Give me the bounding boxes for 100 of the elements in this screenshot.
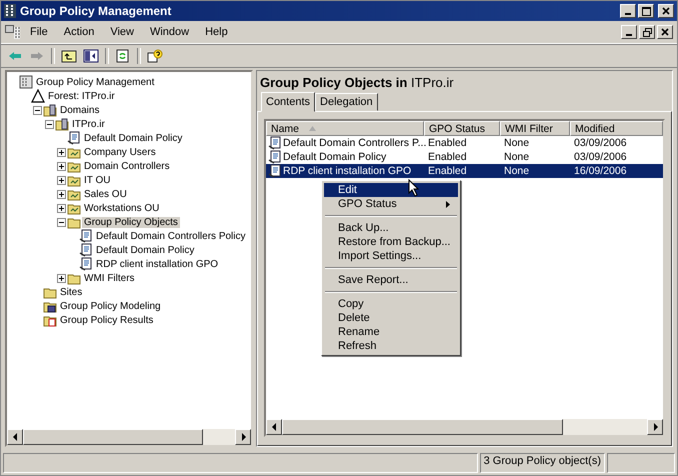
menu-item[interactable]: Refresh	[324, 339, 458, 353]
tree-item[interactable]: Group Policy Results	[58, 314, 156, 326]
maximize-button[interactable]	[638, 4, 654, 18]
minimize-button[interactable]	[620, 4, 636, 18]
left-arrow-icon	[12, 433, 18, 441]
expand-icon[interactable]	[56, 147, 66, 157]
minimize-button[interactable]	[621, 25, 637, 39]
list-row[interactable]: Default Domain Policy Enabled None 03/09/2006	[266, 150, 663, 164]
modified-date: 03/09/2006	[574, 137, 627, 149]
tab[interactable]: Contents	[261, 92, 316, 112]
collapse-icon[interactable]	[56, 217, 66, 227]
expand-icon[interactable]	[56, 273, 66, 283]
help-icon[interactable]	[147, 49, 163, 63]
column-header[interactable]: Name	[266, 121, 424, 136]
scroll-icon	[268, 150, 282, 164]
tree-item[interactable]: ITPro.ir	[70, 118, 107, 130]
scroll-icon	[79, 229, 93, 243]
scroll-thumb[interactable]	[282, 419, 564, 435]
menu-item[interactable]: Rename	[324, 325, 458, 339]
tree-item[interactable]: Group Policy Management	[34, 76, 156, 88]
tree-item[interactable]: Company Users	[82, 146, 158, 158]
menu-item[interactable]: Back Up...	[324, 221, 458, 235]
tree-item[interactable]: Domains	[58, 104, 102, 116]
list-row[interactable]: RDP client installation GPO Enabled None 16/09/2006	[266, 164, 663, 178]
server-folder-icon	[55, 117, 69, 131]
wmi-filter-text: None	[504, 151, 530, 163]
menu-item[interactable]: File	[23, 25, 55, 39]
tree-item[interactable]: WMI Filters	[82, 272, 137, 284]
tree-item[interactable]: IT OU	[82, 174, 112, 186]
restore-button[interactable]	[639, 25, 655, 39]
status-text: Enabled	[428, 137, 467, 149]
scroll-right-button[interactable]	[235, 429, 251, 445]
restore-icon	[642, 28, 652, 36]
scroll-left-button[interactable]	[7, 429, 23, 445]
tree-item[interactable]: Group Policy Modeling	[58, 300, 163, 312]
tree-pane-icon[interactable]	[83, 49, 99, 63]
left-arrow-icon	[272, 423, 276, 431]
scroll-icon	[67, 131, 81, 145]
console-icon[interactable]	[5, 25, 21, 39]
tree-item[interactable]: Sites	[58, 286, 84, 298]
scroll-left-button[interactable]	[266, 419, 282, 435]
collapse-icon[interactable]	[32, 105, 42, 115]
tree-item[interactable]: Group Policy Objects	[82, 216, 180, 228]
status-text: Enabled	[428, 151, 467, 163]
server-folder-icon	[43, 103, 57, 117]
wmi-filter-text: None	[504, 165, 530, 177]
menu-item[interactable]: Window	[142, 25, 196, 39]
refresh-icon[interactable]	[115, 49, 131, 63]
scroll-icon	[268, 164, 282, 178]
sort-icon	[309, 126, 316, 131]
app-icon	[4, 4, 16, 18]
tree-item[interactable]: Sales OU	[82, 188, 129, 200]
expand-icon[interactable]	[56, 203, 66, 213]
scroll-right-button[interactable]	[647, 419, 663, 435]
tree-item[interactable]: Domain Controllers	[82, 160, 172, 172]
maximize-icon	[642, 6, 650, 16]
modified-date: 16/09/2006	[574, 165, 627, 177]
menu-item[interactable]: Restore from Backup...	[324, 235, 458, 249]
triangle-icon	[31, 89, 45, 103]
right-arrow-icon	[652, 423, 658, 431]
tree-item[interactable]: Default Domain Policy	[94, 244, 196, 256]
up-folder-icon[interactable]	[61, 49, 77, 63]
status-panel	[607, 453, 675, 473]
scroll-icon	[268, 136, 282, 150]
scroll-icon	[79, 243, 93, 257]
window-title: Group Policy Management	[20, 4, 172, 18]
status-text: 3 Group Policy object(s)	[480, 453, 605, 473]
scroll-icon	[79, 257, 93, 271]
gpo-name: Default Domain Controllers P...	[283, 137, 426, 149]
column-header[interactable]: WMI Filter	[500, 121, 570, 136]
menu-item[interactable]: Edit	[324, 183, 458, 197]
tree-item[interactable]: Default Domain Policy	[82, 132, 184, 144]
list-row[interactable]: Default Domain Controllers P...Enabled None 03/09/2006	[266, 136, 663, 150]
close-button[interactable]	[657, 25, 673, 39]
menu-item[interactable]: Save Report...	[324, 273, 458, 287]
wmi-filter-text: None	[504, 137, 530, 149]
gpo-name: RDP client installation GPO	[283, 165, 412, 177]
tree-item[interactable]: Forest: ITPro.ir	[46, 90, 117, 102]
menu-item[interactable]: Import Settings...	[324, 249, 458, 263]
expand-icon[interactable]	[56, 175, 66, 185]
expand-icon[interactable]	[56, 189, 66, 199]
tree-item[interactable]: Default Domain Controllers Policy	[94, 230, 248, 242]
menu-item[interactable]: GPO Status	[324, 197, 458, 211]
tree-item[interactable]: RDP client installation GPO	[94, 258, 220, 270]
column-header[interactable]: Modified	[570, 121, 663, 136]
tab[interactable]: Delegation	[315, 93, 378, 111]
menu-item[interactable]: View	[103, 25, 141, 39]
scroll-thumb[interactable]	[23, 429, 204, 445]
column-header[interactable]: GPO Status	[424, 121, 500, 136]
menu-item[interactable]: Help	[198, 25, 235, 39]
collapse-icon[interactable]	[44, 119, 54, 129]
menu-item[interactable]: Copy	[324, 297, 458, 311]
modified-date: 03/09/2006	[574, 151, 627, 163]
console-icon	[19, 75, 33, 89]
menu-item[interactable]: Delete	[324, 311, 458, 325]
menu-item[interactable]: Action	[56, 25, 102, 39]
tree-item[interactable]: Workstations OU	[82, 202, 162, 214]
status-text: Enabled	[428, 165, 467, 177]
close-button[interactable]	[658, 4, 674, 18]
expand-icon[interactable]	[56, 161, 66, 171]
